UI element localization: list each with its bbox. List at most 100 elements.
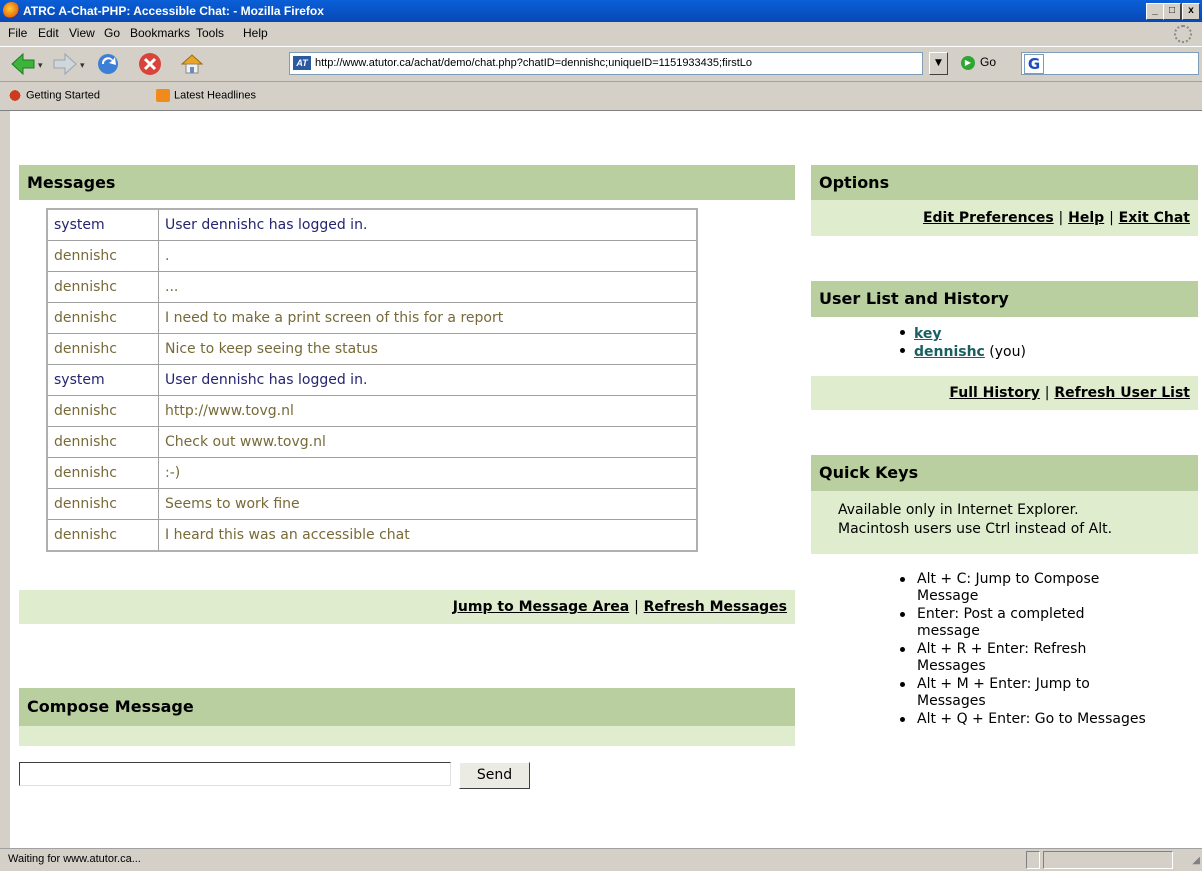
- url-dropdown-button[interactable]: ▼: [929, 52, 948, 75]
- close-window-button[interactable]: x: [1182, 3, 1200, 20]
- user-link-key[interactable]: key: [914, 326, 942, 342]
- table-row: system User dennishc has logged in.: [46, 364, 698, 396]
- message-user: dennishc: [46, 488, 159, 520]
- quick-keys-heading: Quick Keys: [811, 455, 1198, 491]
- reload-icon[interactable]: [95, 51, 121, 77]
- compose-strip: [19, 726, 795, 746]
- quick-key-text: Enter: Post a completed message: [917, 606, 1085, 639]
- resize-grip-icon[interactable]: ◢: [1192, 855, 1200, 866]
- message-text: .: [158, 240, 698, 272]
- user-list-actions: Full History | Refresh User List: [811, 376, 1198, 410]
- table-row: system User dennishc has logged in.: [46, 208, 698, 241]
- compose-message-input[interactable]: [19, 762, 451, 786]
- bullet-icon: [900, 682, 905, 687]
- bookmarks-toolbar: Getting Started Latest Headlines: [0, 82, 1202, 111]
- minimize-button[interactable]: _: [1146, 3, 1164, 20]
- separator: |: [1109, 210, 1114, 226]
- separator: |: [1044, 385, 1050, 401]
- message-text: http://www.tovg.nl: [158, 395, 698, 427]
- exit-chat-link[interactable]: Exit Chat: [1119, 210, 1190, 226]
- menu-go[interactable]: Go: [104, 26, 120, 40]
- bookmark-getting-started[interactable]: Getting Started: [8, 89, 100, 102]
- quick-key-text: Alt + R + Enter: Refresh Messages: [917, 641, 1087, 674]
- message-text: I need to make a print screen of this fo…: [158, 302, 698, 334]
- page-content: [10, 111, 1202, 156]
- refresh-messages-link[interactable]: Refresh Messages: [644, 599, 787, 615]
- menu-file[interactable]: File: [8, 26, 27, 40]
- search-box[interactable]: G: [1021, 52, 1199, 75]
- help-link[interactable]: Help: [1068, 210, 1104, 226]
- message-user: dennishc: [46, 395, 159, 427]
- menu-bookmarks[interactable]: Bookmarks: [130, 26, 190, 40]
- quick-key-text: Alt + C: Jump to Compose Message: [917, 571, 1100, 604]
- window-title: ATRC A-Chat-PHP: Accessible Chat: - Mozi…: [23, 4, 324, 18]
- forward-arrow-icon[interactable]: [52, 51, 78, 77]
- message-text: I heard this was an accessible chat: [158, 519, 698, 552]
- quick-keys-list: Alt + C: Jump to Compose Message Enter: …: [900, 571, 1147, 729]
- back-history-dropdown-icon[interactable]: ▾: [38, 61, 43, 71]
- message-user: dennishc: [46, 426, 159, 458]
- google-search-engine-icon[interactable]: G: [1024, 54, 1044, 74]
- message-user: dennishc: [46, 519, 159, 552]
- stop-icon[interactable]: [137, 51, 163, 77]
- table-row: dennishc Nice to keep seeing the status: [46, 333, 698, 365]
- list-item: Enter: Post a completed message: [900, 606, 1147, 640]
- go-button[interactable]: ▶ Go: [961, 55, 996, 70]
- message-user: system: [46, 364, 159, 396]
- bullet-icon: [900, 717, 905, 722]
- forward-history-dropdown-icon[interactable]: ▾: [80, 61, 85, 71]
- list-item: Alt + R + Enter: Refresh Messages: [900, 641, 1147, 675]
- edit-preferences-link[interactable]: Edit Preferences: [923, 210, 1054, 226]
- jump-to-message-area-link[interactable]: Jump to Message Area: [453, 599, 629, 615]
- quick-key-text: Alt + Q + Enter: Go to Messages: [917, 711, 1146, 727]
- menu-tools[interactable]: Tools: [196, 26, 224, 40]
- user-suffix: (you): [984, 344, 1026, 360]
- site-favicon-icon: AT: [293, 56, 311, 70]
- menu-edit[interactable]: Edit: [38, 26, 59, 40]
- url-text: http://www.atutor.ca/achat/demo/chat.php…: [315, 57, 753, 69]
- go-label: Go: [980, 55, 997, 69]
- go-arrow-icon: ▶: [961, 55, 975, 70]
- table-row: dennishc I heard this was an accessible c…: [46, 519, 698, 552]
- menu-help[interactable]: Help: [243, 26, 268, 40]
- back-arrow-icon[interactable]: [10, 51, 36, 77]
- user-list: key dennishc (you): [900, 326, 1026, 362]
- maximize-button[interactable]: □: [1163, 3, 1181, 20]
- table-row: dennishc...: [46, 271, 698, 303]
- messages-table: system User dennishc has logged in. dennis…: [46, 208, 698, 552]
- menu-view[interactable]: View: [69, 26, 95, 40]
- progress-pane: [1043, 851, 1173, 869]
- url-bar[interactable]: AT http://www.atutor.ca/achat/demo/chat.p…: [289, 52, 923, 75]
- firefox-logo-icon: [3, 2, 20, 19]
- message-text: Seems to work fine: [158, 488, 698, 520]
- table-row: dennishc Seems to work fine: [46, 488, 698, 520]
- message-text: :-): [158, 457, 698, 489]
- user-link-dennishc[interactable]: dennishc: [914, 344, 985, 360]
- options-links: Edit Preferences | Help | Exit Chat: [811, 200, 1198, 236]
- list-item: Alt + M + Enter: Jump to Messages: [900, 676, 1147, 710]
- quick-keys-note: Available only in Internet Explorer. Mac…: [811, 491, 1198, 554]
- status-pane: [1026, 851, 1040, 869]
- refresh-user-list-link[interactable]: Refresh User List: [1054, 385, 1190, 401]
- message-user: dennishc: [46, 240, 159, 272]
- quick-keys-note-line: Available only in Internet Explorer.: [838, 502, 1079, 518]
- bullet-icon: [900, 647, 905, 652]
- messages-actions: Jump to Message Area | Refresh Messages: [19, 590, 795, 624]
- message-text: Check out www.tovg.nl: [158, 426, 698, 458]
- options-heading: Options: [811, 165, 1198, 200]
- message-text: Nice to keep seeing the status: [158, 333, 698, 365]
- throbber-icon: [1174, 25, 1192, 43]
- home-icon[interactable]: [179, 51, 205, 77]
- full-history-link[interactable]: Full History: [949, 385, 1040, 401]
- status-bar: Waiting for www.atutor.ca... ◢: [0, 848, 1202, 871]
- bookmark-latest-headlines[interactable]: Latest Headlines: [156, 89, 256, 102]
- message-user: dennishc: [46, 302, 159, 334]
- quick-key-text: Alt + M + Enter: Jump to Messages: [917, 676, 1090, 709]
- send-button[interactable]: Send: [459, 762, 530, 789]
- table-row: dennishc:-): [46, 457, 698, 489]
- messages-heading: Messages: [19, 165, 795, 200]
- message-text: User dennishc has logged in.: [158, 364, 698, 396]
- bullet-icon: [900, 577, 905, 582]
- firefox-bookmark-icon: [8, 89, 22, 102]
- table-row: dennishc Check out www.tovg.nl: [46, 426, 698, 458]
